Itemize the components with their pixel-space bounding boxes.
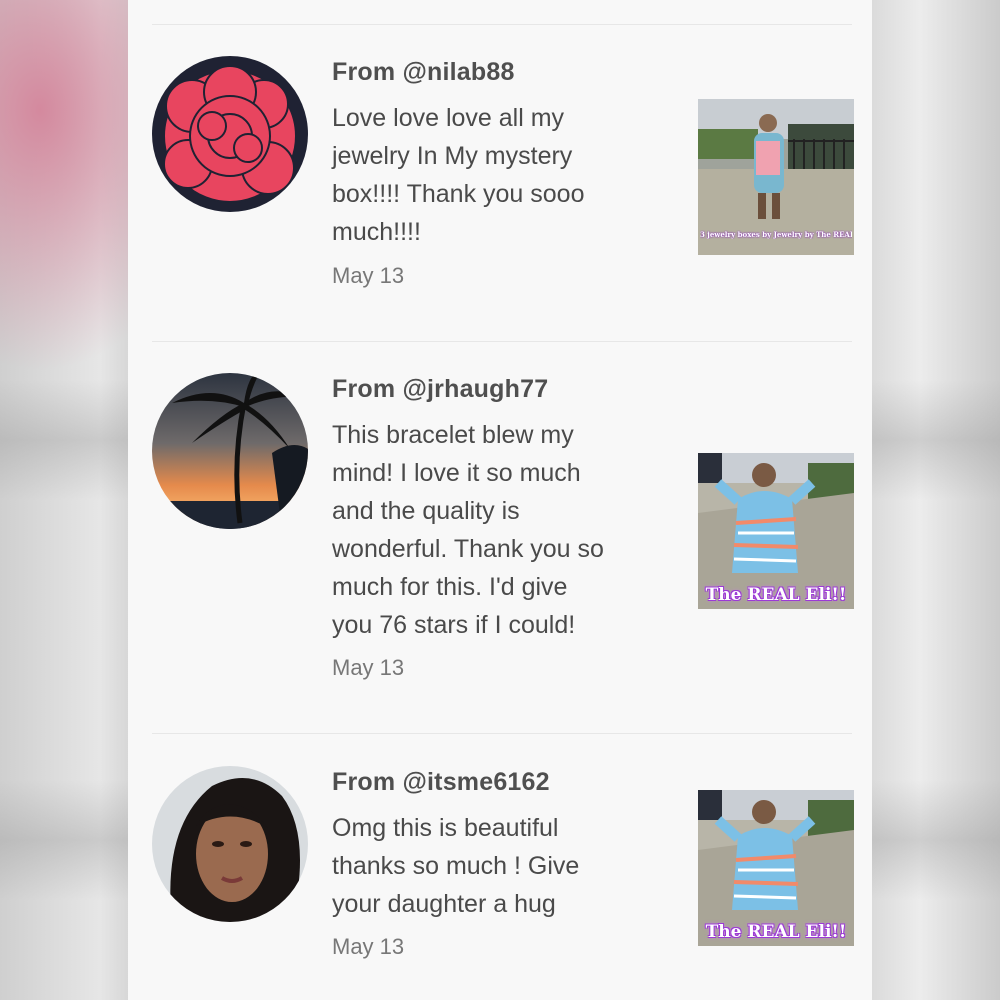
thumbnail-caption: 3 jewelry boxes by Jewelry by The REAL E… <box>700 230 852 239</box>
divider <box>152 24 852 25</box>
comment-username[interactable]: From @itsme6162 <box>332 768 550 797</box>
comments-panel: From @nilab88 Love love love all my jewe… <box>128 0 872 1000</box>
palm-tree-sunset-photo-icon <box>152 373 308 529</box>
video-thumbnail[interactable]: The REAL Eli!! <box>698 790 854 946</box>
thumbnail-caption: The REAL Eli!! <box>705 922 847 942</box>
divider <box>152 341 852 342</box>
comment-text: This bracelet blew my mind! I love it so… <box>332 421 604 639</box>
avatar-red-flower-icon[interactable] <box>152 56 308 212</box>
divider <box>152 733 852 734</box>
red-flower-photo-icon <box>152 56 308 212</box>
video-thumbnail[interactable]: The REAL Eli!! <box>698 453 854 609</box>
comment-text: Omg this is beautiful thanks so much ! G… <box>332 814 580 918</box>
video-thumbnail[interactable]: 3 jewelry boxes by Jewelry by The REAL E… <box>698 99 854 255</box>
comment-username[interactable]: From @nilab88 <box>332 58 515 87</box>
woman-portrait-photo-icon <box>152 766 308 922</box>
comment-date: May 13 <box>332 263 405 288</box>
comment-text: Love love love all my jewelry In My myst… <box>332 104 585 246</box>
comment-date: May 13 <box>332 934 405 959</box>
comment-username[interactable]: From @jrhaugh77 <box>332 375 548 404</box>
avatar-sunset-icon[interactable] <box>152 373 308 529</box>
avatar-woman-icon[interactable] <box>152 766 308 922</box>
thumbnail-caption: The REAL Eli!! <box>705 585 847 605</box>
comment-date: May 13 <box>332 655 405 680</box>
